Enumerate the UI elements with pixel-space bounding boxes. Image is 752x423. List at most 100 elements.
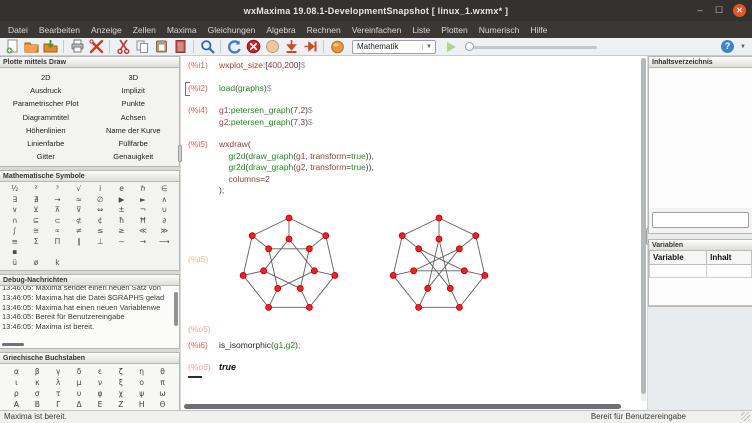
- symbol-button[interactable]: ⊽: [68, 205, 89, 216]
- cell-code[interactable]: g1:petersen_graph(7,2)$g2:petersen_graph…: [219, 105, 313, 128]
- symbol-button[interactable]: ∈: [154, 184, 175, 195]
- interrupt-icon[interactable]: [245, 39, 261, 55]
- greek-letter-button[interactable]: ρ: [6, 388, 27, 399]
- symbol-button[interactable]: ≪: [132, 226, 153, 237]
- worksheet[interactable]: (%i1)wxplot_size:[400,200]$(%i2)load(gra…: [181, 56, 647, 410]
- greek-letter-button[interactable]: ο: [131, 377, 152, 388]
- symbol-button[interactable]: ⊄: [68, 216, 89, 227]
- delete-icon[interactable]: [172, 39, 188, 55]
- cell-bracket[interactable]: [185, 82, 190, 97]
- symbol-button[interactable]: ≫: [154, 226, 175, 237]
- menu-item-maxima[interactable]: Maxima: [167, 25, 197, 35]
- symbol-button[interactable]: √: [68, 184, 89, 195]
- menu-item-algebra[interactable]: Algebra: [266, 25, 295, 35]
- draw-tool-button[interactable]: Linienfarbe: [2, 137, 90, 150]
- symbol-button[interactable]: ≠: [68, 226, 89, 237]
- cell-code[interactable]: load(graphs)$: [219, 83, 272, 95]
- symbol-button[interactable]: ►: [132, 195, 153, 206]
- maximize-button[interactable]: ☐: [714, 6, 724, 15]
- draw-tool-button[interactable]: Name der Kurve: [90, 124, 178, 137]
- symbol-button[interactable]: ∨: [4, 205, 25, 216]
- greek-letter-button[interactable]: Δ: [69, 399, 90, 410]
- symbol-button[interactable]: ≥: [111, 226, 132, 237]
- menu-item-plotten[interactable]: Plotten: [441, 25, 467, 35]
- draw-tool-button[interactable]: Achsen: [90, 111, 178, 124]
- menu-item-anzeige[interactable]: Anzeige: [91, 25, 122, 35]
- symbol-button[interactable]: ⊼: [47, 205, 68, 216]
- symbol-button[interactable]: ▪: [4, 247, 25, 258]
- greek-letter-button[interactable]: β: [27, 366, 48, 377]
- evaluate-rest-icon[interactable]: [302, 39, 318, 55]
- variable-name-cell[interactable]: [650, 265, 707, 278]
- plot-output-cell[interactable]: (%t5)(%o5): [185, 208, 639, 336]
- symbol-button[interactable]: ⊆: [25, 216, 46, 227]
- menu-item-zellen[interactable]: Zellen: [133, 25, 156, 35]
- minimize-button[interactable]: –: [695, 6, 705, 15]
- greek-letter-button[interactable]: η: [131, 366, 152, 377]
- code-cell[interactable]: (%i1)wxplot_size:[400,200]$: [185, 60, 639, 72]
- symbol-button[interactable]: Ħ: [132, 216, 153, 227]
- symbol-button[interactable]: ²: [25, 184, 46, 195]
- symbol-button[interactable]: ħ: [111, 216, 132, 227]
- greek-letter-button[interactable]: γ: [48, 366, 69, 377]
- draw-tool-button[interactable]: Implizit: [90, 84, 178, 97]
- symbol-button[interactable]: ℏ: [132, 184, 153, 195]
- debug-horizontal-scrollbar[interactable]: [2, 343, 24, 346]
- symbol-button[interactable]: ∩: [4, 216, 25, 227]
- open-icon[interactable]: [23, 39, 39, 55]
- symbol-button[interactable]: ≤: [90, 226, 111, 237]
- symbol-button[interactable]: k: [47, 258, 68, 269]
- greek-letter-button[interactable]: ψ: [131, 388, 152, 399]
- symbol-button[interactable]: ⟶: [154, 237, 175, 248]
- greek-letter-button[interactable]: υ: [69, 388, 90, 399]
- help-button[interactable]: ?: [721, 40, 734, 53]
- copy-icon[interactable]: [134, 39, 150, 55]
- symbol-button[interactable]: ⇔: [90, 205, 111, 216]
- menu-item-datei[interactable]: Datei: [8, 25, 28, 35]
- greek-letter-button[interactable]: ω: [152, 388, 173, 399]
- symbol-button[interactable]: ≡: [4, 237, 25, 248]
- greek-letter-button[interactable]: φ: [90, 388, 111, 399]
- symbol-button[interactable]: ¢: [90, 216, 111, 227]
- symbol-button[interactable]: ø: [25, 258, 46, 269]
- greek-letter-button[interactable]: Α: [6, 399, 27, 410]
- symbol-button[interactable]: i: [90, 184, 111, 195]
- follow-icon[interactable]: [264, 39, 280, 55]
- symbol-button[interactable]: ü: [4, 258, 25, 269]
- symbol-button[interactable]: ∼: [111, 237, 132, 248]
- menu-item-rechnen[interactable]: Rechnen: [307, 25, 341, 35]
- greek-letter-button[interactable]: τ: [48, 388, 69, 399]
- new-document-icon[interactable]: [4, 39, 20, 55]
- insertion-caret[interactable]: [188, 376, 202, 378]
- left-splitter-handle[interactable]: [178, 145, 182, 162]
- greek-letter-button[interactable]: Β: [27, 399, 48, 410]
- symbol-button[interactable]: ⊂: [47, 216, 68, 227]
- draw-tool-button[interactable]: Gitter: [2, 150, 90, 163]
- draw-tool-button[interactable]: 3D: [90, 71, 178, 84]
- symbol-button[interactable]: ³: [47, 184, 68, 195]
- help-chevron-icon[interactable]: ▼: [740, 44, 746, 50]
- greek-letter-button[interactable]: Θ: [152, 399, 173, 410]
- toc-filter-input[interactable]: [652, 212, 749, 228]
- paste-icon[interactable]: [153, 39, 169, 55]
- symbol-button[interactable]: ▶: [111, 195, 132, 206]
- greek-letter-button[interactable]: α: [6, 366, 27, 377]
- symbol-button[interactable]: ¬: [132, 205, 153, 216]
- draw-tool-button[interactable]: Genauigkeit: [90, 150, 178, 163]
- symbol-button[interactable]: e: [111, 184, 132, 195]
- symbol-button[interactable]: →: [132, 237, 153, 248]
- menu-item-liste[interactable]: Liste: [412, 25, 430, 35]
- greek-letter-button[interactable]: π: [152, 377, 173, 388]
- menu-item-numerisch[interactable]: Numerisch: [479, 25, 520, 35]
- symbol-button[interactable]: ∫: [4, 226, 25, 237]
- symbol-button[interactable]: ∃: [4, 195, 25, 206]
- greek-letter-button[interactable]: χ: [110, 388, 131, 399]
- draw-tool-button[interactable]: Diagrammtitel: [2, 111, 90, 124]
- greek-letter-button[interactable]: κ: [27, 377, 48, 388]
- greek-letter-button[interactable]: λ: [48, 377, 69, 388]
- greek-letter-button[interactable]: δ: [69, 366, 90, 377]
- animation-slider[interactable]: [465, 40, 597, 54]
- menu-item-vereinfachen[interactable]: Vereinfachen: [352, 25, 402, 35]
- menu-item-gleichungen[interactable]: Gleichungen: [208, 25, 256, 35]
- greek-letter-button[interactable]: ε: [90, 366, 111, 377]
